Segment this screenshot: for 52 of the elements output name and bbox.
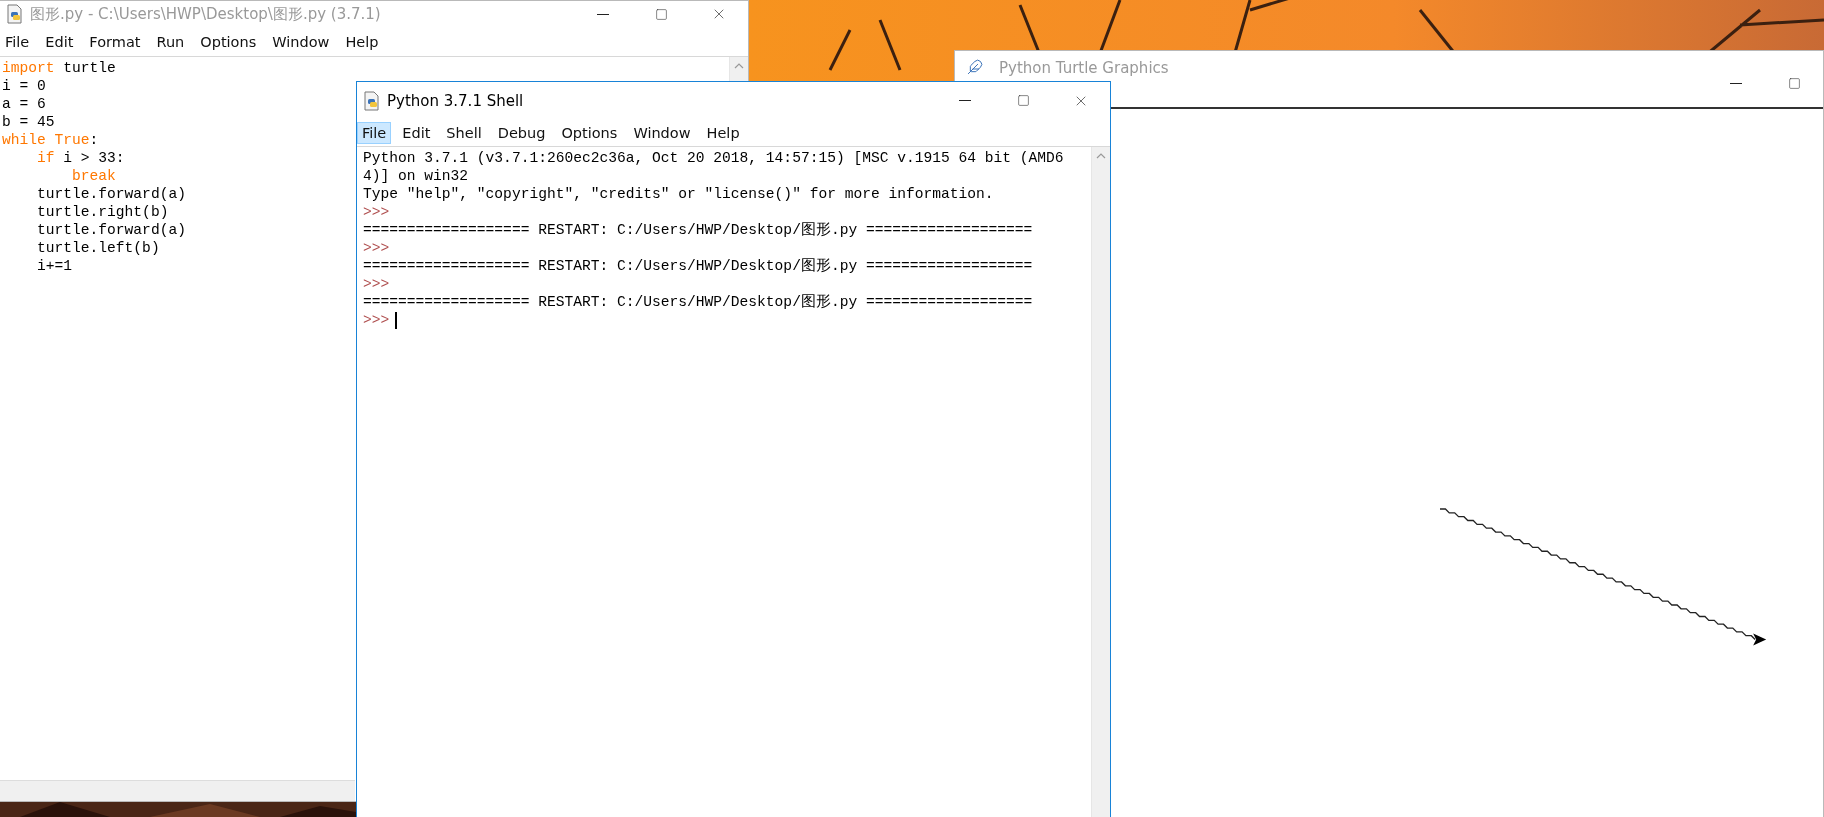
shell-output-line: =================== RESTART: C:/Users/HWP/Desktop/图形.py =================== xyxy=(363,293,1033,311)
code-line: a = 6 xyxy=(2,95,46,113)
shell-prompt: >>> xyxy=(363,203,390,221)
text-cursor xyxy=(395,311,398,329)
code-line: turtle.right(b) xyxy=(36,203,169,221)
menu-item[interactable]: Shell xyxy=(441,121,487,144)
code-line: if i > 33: xyxy=(36,149,125,167)
menu-item[interactable]: File xyxy=(0,30,35,53)
menu-item[interactable]: Window xyxy=(267,30,335,53)
python-file-icon xyxy=(6,4,24,24)
minimize-icon xyxy=(597,13,609,15)
shell-output-line: =================== RESTART: C:/Users/HWP/Desktop/图形.py =================== xyxy=(363,221,1033,239)
maximize-icon xyxy=(1787,76,1801,90)
code-line: turtle.forward(a) xyxy=(36,221,186,239)
menu-item[interactable]: Window xyxy=(628,121,696,144)
scrollbar[interactable] xyxy=(1091,147,1110,817)
minimize-icon xyxy=(1730,82,1742,84)
code-line: i = 0 xyxy=(2,77,46,95)
menu-item[interactable]: Help xyxy=(701,121,745,144)
python-file-icon xyxy=(363,90,381,111)
code-line: turtle.forward(a) xyxy=(36,185,186,203)
window-title: Python Turtle Graphics xyxy=(999,59,1169,77)
code-line: i+=1 xyxy=(36,257,73,275)
scrollbar[interactable] xyxy=(0,780,355,801)
window-title: 图形.py - C:\Users\HWP\Desktop\图形.py (3.7.1) xyxy=(30,4,381,24)
code-line: b = 45 xyxy=(2,113,55,131)
shell-output-line: 4)] on win32 xyxy=(363,167,469,185)
code-line: turtle.left(b) xyxy=(36,239,160,257)
shell-output-line: Type "help", "copyright", "credits" or "license()" for more information. xyxy=(363,185,994,203)
code-line: break xyxy=(71,167,116,185)
menu-item[interactable]: Run xyxy=(151,30,190,53)
menu-item[interactable]: File xyxy=(357,121,392,144)
menu-item[interactable]: Format xyxy=(84,30,146,53)
code-line: import turtle xyxy=(2,59,116,77)
shell-prompt: >>> xyxy=(363,311,390,329)
maximize-icon xyxy=(1016,94,1030,107)
shell-prompt: >>> xyxy=(363,275,390,293)
menu-item[interactable]: Edit xyxy=(397,121,436,144)
code-line: while True: xyxy=(2,131,99,149)
feather-icon xyxy=(967,59,983,75)
menu-item[interactable]: Help xyxy=(340,30,384,53)
menu-item[interactable]: Edit xyxy=(40,30,79,53)
menu-item[interactable]: Options xyxy=(556,121,623,144)
window-title: Python 3.7.1 Shell xyxy=(387,91,524,110)
shell-output-line: Python 3.7.1 (v3.7.1:260ec2c36a, Oct 20 2018, 14:57:15) [MSC v.1915 64 bit (AMD6 xyxy=(363,149,1064,167)
menu-item[interactable]: Debug xyxy=(492,121,551,144)
shell-output-line: =================== RESTART: C:/Users/HWP/Desktop/图形.py =================== xyxy=(363,257,1033,275)
menu-item[interactable]: Options xyxy=(195,30,262,53)
shell-prompt: >>> xyxy=(363,239,390,257)
scrollbar[interactable] xyxy=(729,57,748,82)
maximize-icon xyxy=(654,7,668,21)
minimize-icon xyxy=(959,100,971,101)
